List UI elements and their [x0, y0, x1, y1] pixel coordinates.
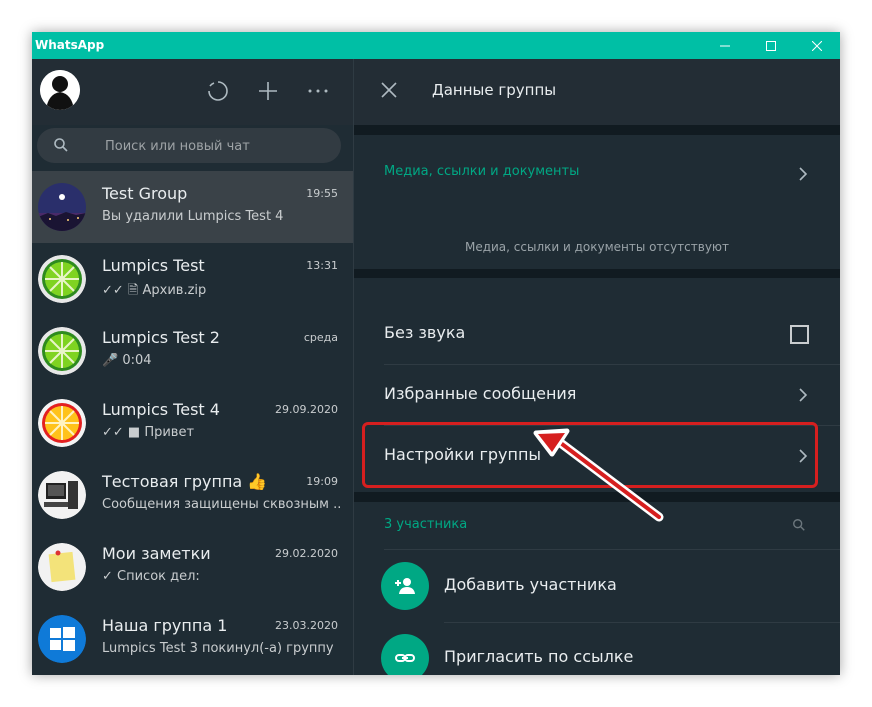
group-info-pane: Данные группы Медиа, ссылки и документы …: [354, 59, 840, 675]
chat-last-message: ✓✓ 🗎 Архив.zip: [102, 283, 207, 298]
lime-icon: [38, 255, 86, 303]
maximize-icon: [766, 41, 776, 51]
lemon-icon: [38, 399, 86, 447]
sticky-note-icon: [38, 543, 86, 591]
avatar: [38, 255, 86, 303]
chat-item-lumpics-test-2[interactable]: Lumpics Test 2 среда 🎤 0:04: [32, 315, 353, 387]
chat-time: 19:09: [306, 475, 338, 488]
mute-option[interactable]: Без звука: [354, 304, 840, 364]
chat-item-lumpics-test[interactable]: Lumpics Test 13:31 ✓✓ 🗎 Архив.zip: [32, 243, 353, 315]
chat-item-test-group[interactable]: Test Group 19:55 Вы удалили Lumpics Test…: [32, 171, 353, 243]
status-icon[interactable]: [206, 79, 230, 103]
avatar: [38, 399, 86, 447]
media-empty-text: Медиа, ссылки и документы отсутствуют: [464, 240, 730, 254]
chat-last-message: ✓ Список дел:: [102, 569, 200, 584]
computer-icon: [38, 471, 86, 519]
minimize-icon: [720, 45, 730, 47]
chat-time: среда: [303, 331, 338, 344]
chat-time: 29.09.2020: [275, 403, 338, 416]
chat-last-message: ✓✓ ■ Привет: [102, 425, 195, 440]
media-section[interactable]: Медиа, ссылки и документы Медиа, ссылки …: [354, 135, 840, 269]
profile-photo-icon: [40, 70, 80, 110]
link-icon: [395, 654, 415, 662]
close-icon: [811, 40, 823, 52]
chat-list-pane: Test Group 19:55 Вы удалили Lumpics Test…: [32, 59, 353, 675]
avatar: [38, 327, 86, 375]
chat-item-our-group-1[interactable]: Наша группа 1 23.03.2020 Lumpics Test 3 …: [32, 603, 353, 675]
windows-logo-icon: [38, 615, 86, 663]
chat-last-message: Lumpics Test 3 покинул(-а) группу: [102, 641, 334, 656]
minimize-button[interactable]: [702, 32, 748, 59]
starred-messages-option[interactable]: Избранные сообщения: [354, 365, 840, 425]
mute-label: Без звука: [384, 323, 466, 342]
mute-checkbox[interactable]: [790, 325, 809, 344]
avatar: [38, 615, 86, 663]
search-icon: [54, 138, 68, 152]
chat-last-message: 🎤 0:04: [102, 353, 342, 368]
avatar: [38, 183, 86, 231]
chat-item-lumpics-test-4[interactable]: Lumpics Test 4 29.09.2020 ✓✓ ■ Привет: [32, 387, 353, 459]
members-section: 3 участника Добавить участника Пригласит…: [354, 502, 840, 675]
avatar: [38, 543, 86, 591]
title-bar: WhatsApp: [32, 32, 840, 59]
chat-name: Lumpics Test: [102, 256, 205, 275]
chat-item-my-notes[interactable]: Мои заметки 29.02.2020 ✓ Список дел:: [32, 531, 353, 603]
members-count: 3 участника: [384, 517, 468, 532]
app-window: WhatsApp Поиск или новый чат Test Group …: [32, 32, 840, 675]
media-section-title: Медиа, ссылки и документы: [384, 164, 580, 179]
window-title: WhatsApp: [35, 38, 105, 52]
group-photo-icon: [38, 183, 86, 231]
annotation-highlight: [362, 422, 818, 488]
chat-item-test-group-ru[interactable]: Тестовая группа 👍 19:09 Сообщения защище…: [32, 459, 353, 531]
avatar[interactable]: [40, 70, 80, 110]
add-member-icon-circle: [381, 562, 429, 610]
close-icon[interactable]: [380, 81, 398, 99]
chat-time: 13:31: [306, 259, 338, 272]
add-person-icon: [395, 578, 415, 594]
lime-icon: [38, 327, 86, 375]
chat-name: Lumpics Test 2: [102, 328, 220, 347]
chat-name: Наша группа 1: [102, 616, 228, 635]
chat-name: Мои заметки: [102, 544, 211, 563]
maximize-button[interactable]: [748, 32, 794, 59]
chat-name: Lumpics Test 4: [102, 400, 220, 419]
left-header: [32, 59, 353, 125]
add-member-button[interactable]: Добавить участника: [354, 550, 840, 622]
voice-duration: 0:04: [122, 353, 152, 368]
microphone-icon: 🎤: [102, 353, 123, 368]
invite-link-button[interactable]: Пригласить по ссылке: [354, 622, 840, 675]
chat-last-message: Вы удалили Lumpics Test 4: [102, 209, 284, 224]
search-input[interactable]: [103, 135, 327, 157]
group-info-header: Данные группы: [354, 59, 840, 125]
search-bar: [37, 128, 341, 163]
close-window-button[interactable]: [794, 32, 840, 59]
more-options-icon[interactable]: [306, 79, 330, 103]
invite-link-icon-circle: [381, 634, 429, 675]
chevron-right-icon: [799, 388, 808, 402]
page-title: Данные группы: [432, 81, 557, 99]
starred-messages-label: Избранные сообщения: [384, 384, 577, 403]
chat-name: Test Group: [102, 184, 188, 203]
chat-time: 23.03.2020: [275, 619, 338, 632]
avatar: [38, 471, 86, 519]
new-chat-icon[interactable]: [256, 79, 280, 103]
chat-time: 19:55: [306, 187, 338, 200]
add-member-label: Добавить участника: [444, 575, 617, 594]
chat-time: 29.02.2020: [275, 547, 338, 560]
invite-link-label: Пригласить по ссылке: [444, 647, 634, 666]
chat-name: Тестовая группа 👍: [102, 472, 268, 491]
chat-list: Test Group 19:55 Вы удалили Lumpics Test…: [32, 171, 353, 675]
search-icon[interactable]: [792, 518, 806, 532]
chevron-right-icon: [799, 167, 808, 181]
chat-last-message: Сообщения защищены сквозным ...: [102, 497, 342, 512]
